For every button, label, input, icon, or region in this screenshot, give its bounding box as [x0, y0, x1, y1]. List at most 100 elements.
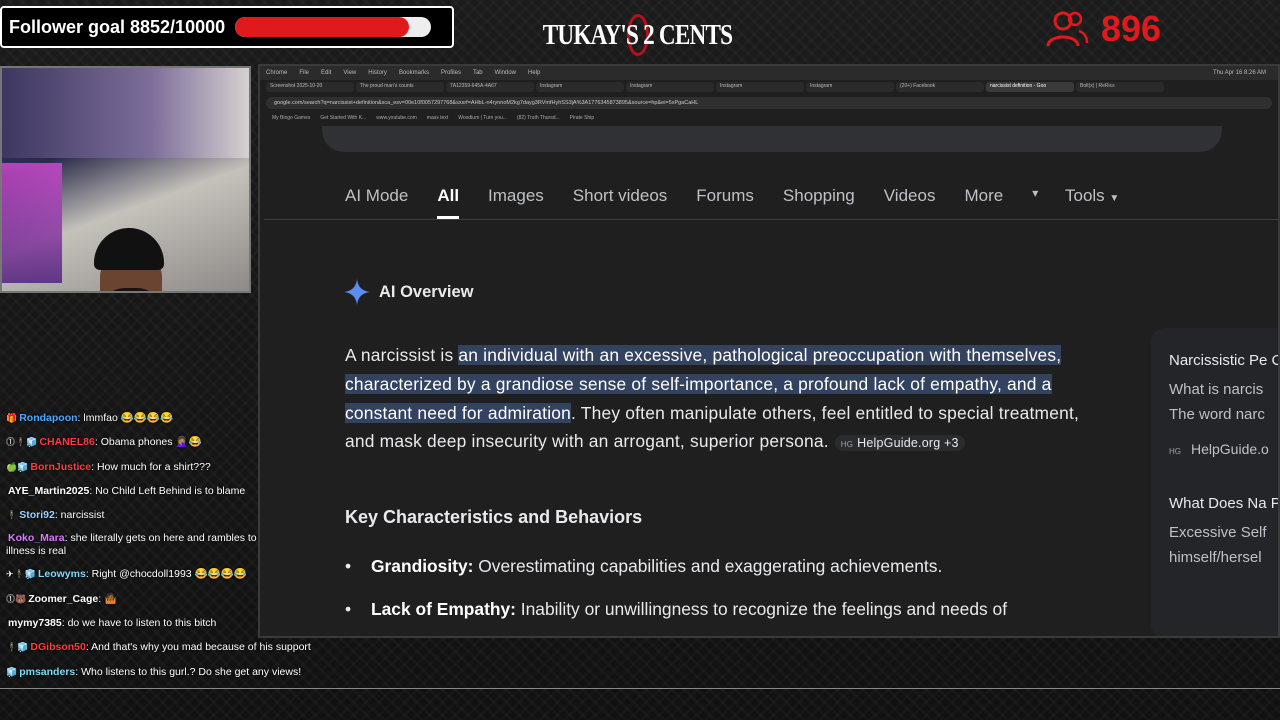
bookmark-item[interactable]: My Bingo Games: [272, 115, 310, 121]
chat-text: And that's why you mad because of his su…: [91, 641, 311, 654]
tabs-divider: [264, 219, 1278, 220]
chat-username[interactable]: CHANEL86: [39, 436, 94, 448]
follower-goal-text: Follower goal 8852/10000: [9, 16, 226, 37]
ai-overview-text: A narcissist is an individual with an ex…: [345, 341, 1105, 460]
chat-text: lmmfao 😂😂😂😂: [83, 412, 174, 424]
chat-text: No Child Left Behind is to blame: [95, 484, 246, 497]
source-card-2-snippet-1: Excessive Self: [1169, 524, 1267, 541]
chat-username[interactable]: AYE_Martin2025: [8, 485, 89, 497]
ai-intro: A narcissist is: [345, 345, 459, 365]
browser-tab[interactable]: Instagram: [716, 82, 804, 92]
chat-badges: 🎁: [6, 413, 18, 423]
address-bar[interactable]: google.com/search?q=narcissist+definitio…: [266, 97, 1272, 109]
search-tab-shopping[interactable]: Shopping: [783, 186, 855, 219]
bullet-dot: •: [345, 556, 352, 576]
chat-badges: 🧊: [6, 666, 18, 677]
search-tab-images[interactable]: Images: [488, 186, 544, 219]
mac-menu-item[interactable]: File: [299, 70, 309, 76]
mac-menu-item[interactable]: Edit: [321, 70, 331, 76]
chat-username[interactable]: Stori92: [19, 509, 55, 521]
webcam-background-wall: [2, 68, 249, 158]
browser-toolbar: google.com/search?q=narcissist+definitio…: [260, 94, 1278, 112]
chat-badges: ⓵🐻: [6, 593, 27, 604]
bullet-dot: •: [345, 599, 352, 619]
mac-menu-item[interactable]: Window: [495, 70, 516, 76]
bookmark-item[interactable]: Woodium | Turn you...: [458, 115, 507, 121]
chat-username[interactable]: Zoomer_Cage: [28, 593, 98, 605]
mac-clock: Thu Apr 16 8:26 AM: [1212, 70, 1266, 76]
google-search-box[interactable]: [322, 126, 1222, 152]
bullet-term: Grandiosity:: [371, 556, 474, 576]
browser-tab[interactable]: (20+) Facebook: [896, 82, 984, 92]
chat-badges: 🕴🧊: [6, 642, 29, 653]
source-chip[interactable]: HG HelpGuide.org +3: [834, 435, 965, 452]
bottom-divider: [0, 688, 1280, 689]
channel-logo: TUKAY'S 2 CENTS: [543, 12, 733, 58]
bookmark-item[interactable]: Pirate Ship: [570, 115, 594, 121]
source-card-gap: [1169, 457, 1278, 493]
tools-label: Tools: [1065, 186, 1105, 205]
helpguide-icon: HG: [840, 440, 854, 450]
bullet-term: Lack of Empathy:: [371, 599, 516, 619]
chat-username[interactable]: BornJustice: [30, 461, 91, 473]
bookmark-item[interactable]: Get Started With K...: [320, 115, 366, 121]
tools-menu[interactable]: Tools ▼: [1065, 186, 1119, 206]
source-card-1-snippet-1: What is narcis: [1169, 381, 1264, 398]
browser-tab[interactable]: 7A12359-645A-4A67: [446, 82, 534, 92]
browser-tab[interactable]: Screenshot 2025-10-20: [266, 82, 354, 92]
mac-menu-item[interactable]: View: [343, 70, 356, 76]
source-card-1-title[interactable]: Narcissistic Pe Causes, Help: [1169, 350, 1278, 371]
browser-window: Chrome File Edit View History Bookmarks Profil…: [258, 64, 1280, 638]
chat-text: narcissist: [60, 509, 105, 522]
mac-menu-item[interactable]: Chrome: [266, 70, 287, 76]
chat-badges: ✈🕴🧊: [6, 569, 36, 580]
search-tab-ai-mode[interactable]: AI Mode: [345, 186, 408, 219]
mac-menu-item[interactable]: Help: [528, 70, 540, 76]
search-tab-videos[interactable]: Videos: [884, 186, 936, 219]
bullet-grandiosity: • Grandiosity: Overestimating capabilitie…: [345, 556, 1105, 577]
chat-username[interactable]: Koko_Mara: [8, 532, 65, 544]
bookmarks-bar: My Bingo Games Get Started With K... www.y…: [260, 112, 1278, 124]
chat-username[interactable]: Rondapoon: [19, 412, 77, 424]
follower-goal-progress-bar: [235, 17, 432, 37]
bullet-lack-of-empathy: • Lack of Empathy: Inability or unwilling…: [345, 599, 1105, 620]
source-card-1-source[interactable]: HG HelpGuide.o: [1169, 441, 1278, 457]
source-card-2-title[interactable]: What Does Na Personality Dis: [1169, 493, 1278, 514]
follower-goal-widget: Follower goal 8852/10000: [0, 6, 454, 48]
bullet-text: Overestimating capabilities and exaggera…: [473, 556, 943, 576]
key-characteristics-heading: Key Characteristics and Behaviors: [345, 507, 643, 527]
bookmark-item[interactable]: (82) Truth Thursd...: [517, 115, 560, 121]
mac-menu-item[interactable]: Bookmarks: [399, 70, 429, 76]
chat-username[interactable]: DGibson50: [30, 641, 85, 653]
mac-menu-bar: Chrome File Edit View History Bookmarks Profil…: [260, 66, 1278, 80]
search-tab-short-videos[interactable]: Short videos: [573, 186, 668, 219]
chat-text: Right @chocdoll1993 😂😂😂😂: [91, 568, 247, 581]
browser-tab[interactable]: Instagram: [536, 82, 624, 92]
bullet-text: Inability or unwillingness to recognize …: [515, 599, 1008, 619]
search-tab-forums[interactable]: Forums: [696, 186, 754, 219]
search-tab-more[interactable]: More: [964, 186, 1003, 219]
source-card-2-snippet-2: himself/hersel: [1169, 549, 1262, 566]
chat-badges: 🕴: [6, 510, 18, 521]
bookmark-item[interactable]: www.youtube.com: [376, 115, 417, 121]
chat-text: Who listens to this gurl.? Do she get an…: [81, 665, 302, 678]
bookmark-item[interactable]: mass text: [427, 115, 448, 121]
browser-tab[interactable]: narcissist definition - Goo: [986, 82, 1074, 92]
browser-tab[interactable]: Bolt(x) | ReRics: [1076, 82, 1164, 92]
browser-tab[interactable]: Instagram: [626, 82, 714, 92]
chat-username[interactable]: mymy7385: [8, 617, 62, 629]
source-chip-label: HelpGuide.org +3: [857, 436, 959, 451]
chevron-down-icon: ▼: [1109, 193, 1120, 204]
ai-overview-header: AI Overview: [344, 279, 473, 305]
chat-username[interactable]: pmsanders: [19, 666, 75, 678]
browser-tab-strip: Screenshot 2025-10-20 The proud man's cou…: [260, 80, 1278, 94]
webcam-feed: [0, 66, 251, 293]
chat-text: How much for a shirt???: [96, 460, 211, 473]
browser-tab[interactable]: Instagram: [806, 82, 894, 92]
mac-menu-item[interactable]: Profiles: [441, 70, 461, 76]
mac-menu-item[interactable]: History: [368, 70, 387, 76]
mac-menu-item[interactable]: Tab: [473, 70, 483, 76]
search-tab-all[interactable]: All: [437, 186, 460, 219]
browser-tab[interactable]: The proud man's counts: [356, 82, 444, 92]
chat-username[interactable]: Leowyms: [38, 568, 86, 580]
